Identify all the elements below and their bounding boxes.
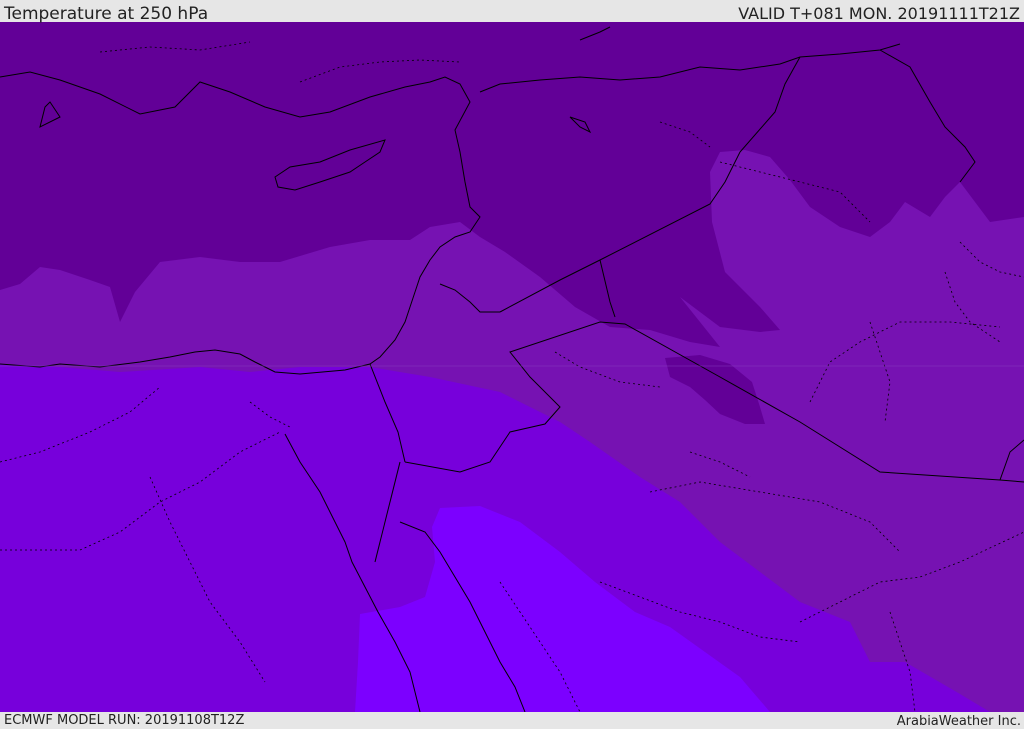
model-run-label: ECMWF MODEL RUN: 20191108T12Z [4,713,245,728]
valid-time-label: VALID T+081 MON. 20191111T21Z [738,4,1020,23]
footer-bar: ECMWF MODEL RUN: 20191108T12Z ArabiaWeat… [0,712,1024,729]
temperature-map [0,22,1024,712]
map-canvas [0,22,1024,712]
credit-label: ArabiaWeather Inc. [896,714,1021,729]
map-title: Temperature at 250 hPa [4,4,209,24]
header-bar: Temperature at 250 hPa VALID T+081 MON. … [0,0,1024,24]
